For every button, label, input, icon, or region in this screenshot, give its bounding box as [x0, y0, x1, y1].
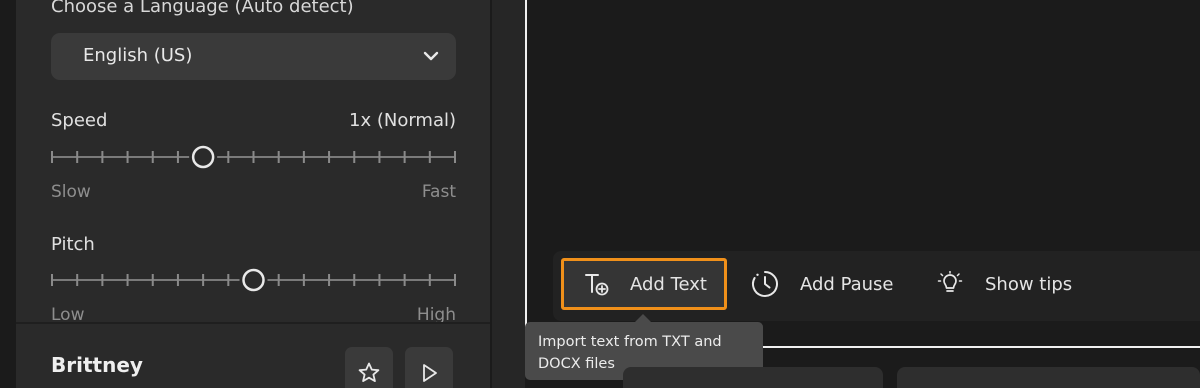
bottom-card-1[interactable] — [623, 367, 883, 388]
speed-label: Speed — [51, 110, 108, 131]
add-text-label: Add Text — [630, 273, 707, 295]
tooltip-pointer — [635, 314, 651, 322]
language-label: Choose a Language (Auto detect) — [51, 0, 354, 17]
play-preview-button[interactable] — [405, 347, 453, 388]
speed-max-label: Fast — [421, 182, 456, 202]
add-pause-label: Add Pause — [800, 273, 894, 295]
speed-min-label: Slow — [51, 182, 91, 202]
show-tips-button[interactable]: Show tips — [937, 258, 1072, 310]
clock-icon — [752, 271, 778, 297]
pitch-slider[interactable] — [51, 268, 456, 292]
tooltip-line-1: Import text from TXT and — [538, 334, 722, 350]
lightbulb-icon — [937, 271, 963, 292]
panel-divider — [16, 322, 490, 324]
bottom-card-2[interactable] — [897, 367, 1200, 388]
add-text-button[interactable]: Add Text — [561, 258, 727, 310]
language-select-value: English (US) — [83, 45, 193, 66]
add-text-icon — [585, 274, 609, 296]
panel-separator — [492, 0, 525, 388]
pitch-label: Pitch — [51, 234, 95, 255]
star-icon — [358, 362, 380, 382]
speed-slider[interactable] — [51, 145, 456, 169]
speed-slider-handle[interactable] — [191, 145, 215, 169]
add-pause-button[interactable]: Add Pause — [750, 258, 894, 310]
favorite-button[interactable] — [345, 347, 393, 388]
pitch-slider-handle[interactable] — [242, 268, 265, 292]
language-select[interactable]: English (US) — [51, 33, 456, 80]
speed-value: 1x (Normal) — [349, 110, 456, 131]
voice-settings-panel: Choose a Language (Auto detect) English … — [16, 0, 490, 388]
chevron-down-icon — [423, 51, 439, 61]
voice-name: Brittney — [51, 353, 143, 377]
play-icon — [423, 364, 437, 382]
show-tips-label: Show tips — [985, 273, 1073, 295]
